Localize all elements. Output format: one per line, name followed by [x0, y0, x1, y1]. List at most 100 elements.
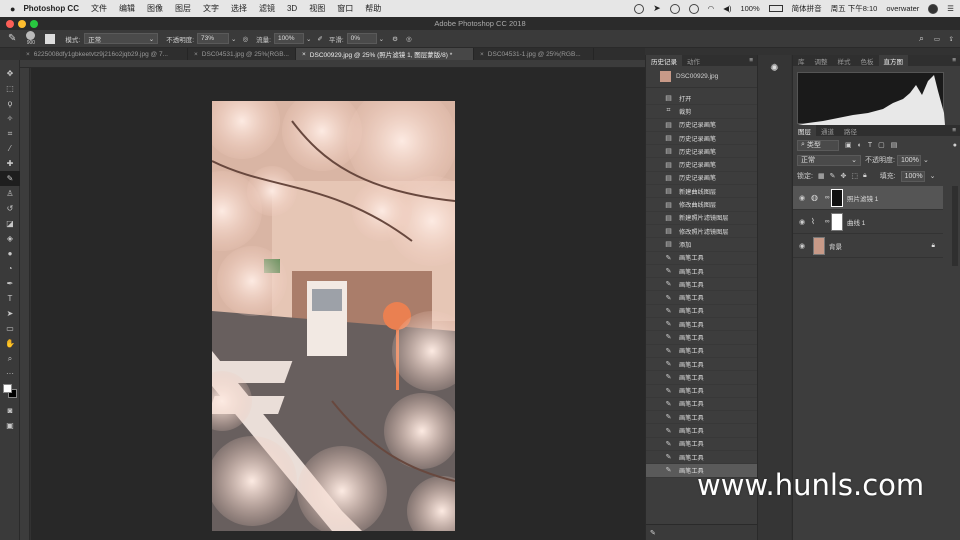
battery-icon[interactable] — [768, 5, 783, 12]
path-select-tool-icon[interactable]: ➤ — [0, 306, 20, 321]
layer-mask-thumbnail[interactable] — [831, 188, 843, 207]
history-item[interactable]: ✎ 画笔工具 — [646, 252, 757, 265]
panel-menu-icon[interactable]: ≡ — [952, 57, 956, 64]
user-name[interactable]: overwater — [886, 4, 919, 13]
layer-mask-thumbnail[interactable] — [831, 212, 843, 231]
tab-swatches[interactable]: 色板 — [856, 56, 879, 66]
tab-layers[interactable]: 图层 — [793, 125, 816, 136]
sync-icon[interactable] — [669, 3, 680, 14]
layer-thumbnail[interactable] — [813, 236, 825, 255]
visibility-eye-icon[interactable]: ◉ — [793, 194, 811, 202]
history-item[interactable]: ⌗ 裁剪 — [646, 105, 757, 119]
history-item[interactable]: ✎ 画笔工具 — [646, 265, 757, 279]
tab-history[interactable]: 历史记录 — [646, 55, 682, 66]
adjustment-light-icon[interactable]: ✺ — [758, 63, 791, 74]
tab-styles[interactable]: 样式 — [833, 56, 856, 66]
history-item[interactable]: ✎ 画笔工具 — [646, 438, 757, 452]
history-item[interactable]: ✎ 画笔工具 — [646, 305, 757, 319]
record-icon[interactable] — [634, 3, 645, 14]
menu-file[interactable]: 文件 — [91, 3, 107, 14]
lock-position-icon[interactable]: ✥ — [840, 172, 846, 180]
menu-list-icon[interactable]: ☰ — [947, 4, 954, 13]
stamp-tool-icon[interactable]: ♙ — [0, 186, 20, 201]
brush-size-picker[interactable]: 900 — [26, 31, 36, 46]
foreground-color[interactable] — [3, 384, 12, 393]
brush-tool-preset-icon[interactable]: ✎ — [8, 33, 16, 44]
tab-libraries[interactable]: 库 — [793, 56, 810, 66]
zoom-tool-icon[interactable]: ⌕ — [0, 351, 20, 366]
blur-tool-icon[interactable]: ● — [0, 246, 20, 261]
history-item[interactable]: ✎ 画笔工具 — [646, 358, 757, 372]
menu-window[interactable]: 窗口 — [337, 3, 353, 14]
smoothing-gear-icon[interactable]: ⚙ — [392, 35, 398, 43]
menu-layer[interactable]: 图层 — [175, 3, 191, 14]
history-item[interactable]: ✎ 画笔工具 — [646, 291, 757, 305]
history-item[interactable]: ✎ 画笔工具 — [646, 318, 757, 332]
history-item[interactable]: ▤ 历史记录画笔 — [646, 145, 757, 159]
move-tool-icon[interactable]: ✥ — [0, 66, 20, 81]
hand-tool-icon[interactable]: ✋ — [0, 336, 20, 351]
pressure-opacity-icon[interactable]: ◎ — [242, 35, 248, 43]
layer-row[interactable]: ◉ ⌇ ∞ 曲线 1 — [793, 210, 943, 234]
history-snapshot[interactable]: DSC00929.jpg — [646, 66, 757, 88]
doc-tab[interactable]: × DSC04531.jpg @ 25%(RGB... — [188, 48, 296, 60]
history-item[interactable]: ▤ 历史记录画笔 — [646, 119, 757, 132]
close-window-button[interactable] — [6, 20, 14, 28]
document-photo[interactable] — [212, 101, 455, 531]
quick-mask-icon[interactable]: ◙ — [0, 403, 20, 418]
brush-state-icon[interactable]: ✎ — [650, 529, 656, 537]
shape-tool-icon[interactable]: ▭ — [0, 321, 20, 336]
history-brush-tool-icon[interactable]: ↺ — [0, 201, 20, 216]
menu-3d[interactable]: 3D — [287, 4, 297, 13]
apple-icon[interactable]: ● — [10, 4, 15, 14]
history-item[interactable]: ▤ 历史记录画笔 — [646, 132, 757, 146]
share-icon[interactable]: ⇪ — [949, 35, 954, 43]
history-item[interactable]: ✎ 画笔工具 — [646, 451, 757, 465]
search-icon[interactable]: ⌕ — [919, 33, 924, 44]
history-item[interactable]: ▤ 新建曲线图层 — [646, 185, 757, 199]
menu-type[interactable]: 文字 — [203, 3, 219, 14]
marquee-tool-icon[interactable]: ⬚ — [0, 81, 20, 96]
layer-opacity-dropdown-icon[interactable]: ⌄ — [923, 156, 929, 164]
screen-mode-icon[interactable]: ▣ — [0, 418, 20, 433]
history-item[interactable]: ▤ 打开 — [646, 92, 757, 106]
history-item[interactable]: ✎ 画笔工具 — [646, 371, 757, 385]
visibility-eye-icon[interactable]: ◉ — [793, 242, 811, 250]
zoom-window-button[interactable] — [30, 20, 38, 28]
quick-select-tool-icon[interactable]: ✧ — [0, 111, 20, 126]
layer-row[interactable]: ◉ 背景 🔒︎ — [793, 234, 943, 258]
opacity-dropdown-icon[interactable]: ⌄ — [231, 35, 236, 43]
filter-pixel-icon[interactable]: ▣ — [845, 141, 852, 149]
healing-tool-icon[interactable]: ✚ — [0, 156, 20, 171]
history-item[interactable]: ✎ 画笔工具 — [646, 331, 757, 345]
type-tool-icon[interactable]: T — [0, 291, 20, 306]
history-item[interactable]: ✎ 画笔工具 — [646, 345, 757, 358]
brush-tool-icon[interactable]: ✎ — [0, 171, 20, 186]
visibility-eye-icon[interactable]: ◉ — [793, 218, 811, 226]
doc-tab-active[interactable]: × DSC00929.jpg @ 25% (照片滤镜 1, 图层蒙版/8) * — [296, 48, 474, 60]
app-menu[interactable]: Photoshop CC — [23, 4, 79, 13]
layer-row[interactable]: ◉ ◍ ∞ 照片滤镜 1 — [793, 186, 943, 210]
filter-shape-icon[interactable]: ▢ — [878, 141, 885, 149]
history-item[interactable]: ▤ 新建照片滤镜图层 — [646, 212, 757, 225]
mode-select[interactable]: 正常 ⌄ — [84, 33, 159, 44]
pen-tool-icon[interactable]: ✒ — [0, 276, 20, 291]
cloud-icon[interactable] — [688, 3, 699, 14]
history-item[interactable]: ✎ 画笔工具 — [646, 278, 757, 292]
tab-close-icon[interactable]: × — [302, 51, 306, 58]
flow-dropdown-icon[interactable]: ⌄ — [306, 35, 311, 43]
history-item[interactable]: ✎ 画笔工具 — [646, 424, 757, 438]
tab-close-icon[interactable]: × — [26, 51, 30, 58]
eraser-tool-icon[interactable]: ◪ — [0, 216, 20, 231]
layer-kind-select[interactable]: ⌕ 类型 — [797, 139, 839, 151]
filter-type-icon[interactable]: T — [868, 142, 872, 149]
menu-view[interactable]: 视图 — [309, 3, 325, 14]
lock-transparent-icon[interactable]: ▦ — [818, 172, 825, 180]
siri-icon[interactable] — [928, 3, 939, 14]
tab-close-icon[interactable]: × — [480, 51, 484, 58]
brush-panel-icon[interactable] — [45, 33, 56, 44]
paint-bucket-tool-icon[interactable]: ◈ — [0, 231, 20, 246]
history-item[interactable]: ▤ 历史记录画笔 — [646, 158, 757, 172]
more-tools-icon[interactable]: ··· — [0, 366, 20, 381]
menu-edit[interactable]: 编辑 — [119, 3, 135, 14]
